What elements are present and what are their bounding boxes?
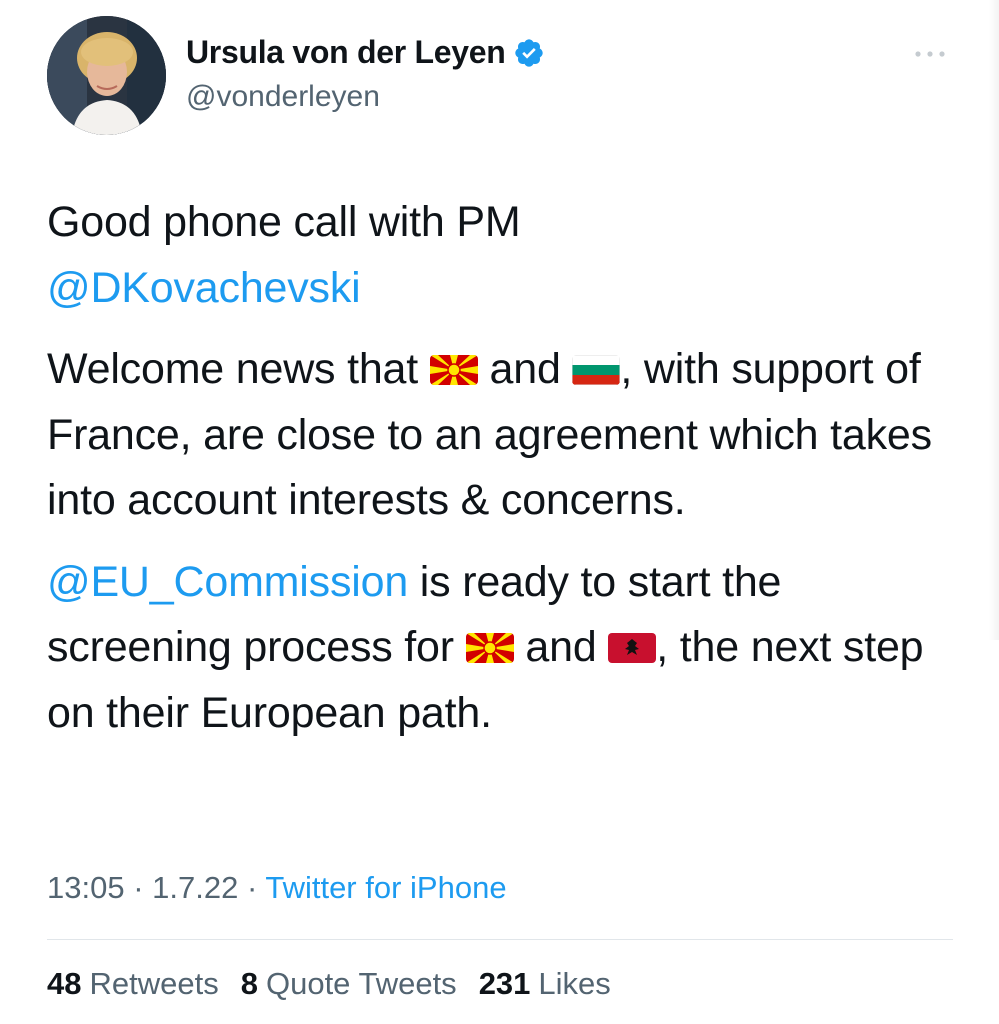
- retweets-count: 48: [47, 966, 82, 1001]
- scrollbar[interactable]: [989, 0, 999, 640]
- tweet-meta: 13:05 · 1.7.22 · Twitter for iPhone: [47, 870, 507, 906]
- likes-count: 231: [478, 966, 531, 1001]
- quote-tweets-label: Quote Tweets: [265, 966, 457, 1001]
- north-macedonia-flag-icon: [465, 633, 514, 663]
- mention-link[interactable]: @DKovachevski: [47, 264, 361, 312]
- albania-flag-icon: [608, 633, 657, 663]
- author-handle[interactable]: @vonderleyen: [186, 80, 380, 114]
- tweet-paragraph-1: Good phone call with PM @DKovachevski: [47, 190, 957, 321]
- quote-tweets-count: 8: [240, 966, 258, 1001]
- mention-link[interactable]: @EU_Commission: [47, 558, 408, 606]
- tweet-card: Ursula von der Leyen @vonderleyen Good p…: [0, 0, 999, 1024]
- avatar-image: [47, 16, 166, 135]
- quote-tweets-stat[interactable]: 8 Quote Tweets: [241, 966, 457, 1002]
- tweet-paragraph-2: Welcome news that and , with support of …: [47, 337, 957, 534]
- meta-separator: ·: [124, 870, 153, 905]
- tweet-text-segment: Welcome news that: [47, 345, 430, 393]
- author-name-row: Ursula von der Leyen: [186, 34, 545, 71]
- likes-label: Likes: [538, 966, 611, 1001]
- tweet-text: Good phone call with PM @DKovachevski We…: [47, 190, 957, 746]
- bulgaria-flag-icon: [572, 355, 621, 385]
- verified-badge-icon: [513, 37, 545, 69]
- tweet-text-segment: and: [513, 623, 609, 671]
- likes-stat[interactable]: 231 Likes: [479, 966, 611, 1002]
- retweets-stat[interactable]: 48 Retweets: [47, 966, 219, 1002]
- more-horizontal-icon[interactable]: [912, 44, 948, 64]
- north-macedonia-flag-icon: [429, 355, 478, 385]
- tweet-text-segment: and: [477, 345, 573, 393]
- meta-separator: ·: [238, 870, 266, 905]
- tweet-stats: 48 Retweets 8 Quote Tweets 231 Likes: [47, 966, 611, 1002]
- retweets-label: Retweets: [89, 966, 219, 1001]
- tweet-text-line: Good phone call with PM: [47, 198, 521, 246]
- tweet-paragraph-3: @EU_Commission is ready to start the scr…: [47, 550, 957, 747]
- tweet-date[interactable]: 1.7.22: [152, 870, 238, 905]
- divider: [47, 939, 953, 940]
- tweet-source-link[interactable]: Twitter for iPhone: [265, 870, 506, 905]
- tweet-time[interactable]: 13:05: [47, 870, 125, 905]
- avatar[interactable]: [47, 16, 166, 135]
- author-display-name[interactable]: Ursula von der Leyen: [186, 34, 506, 71]
